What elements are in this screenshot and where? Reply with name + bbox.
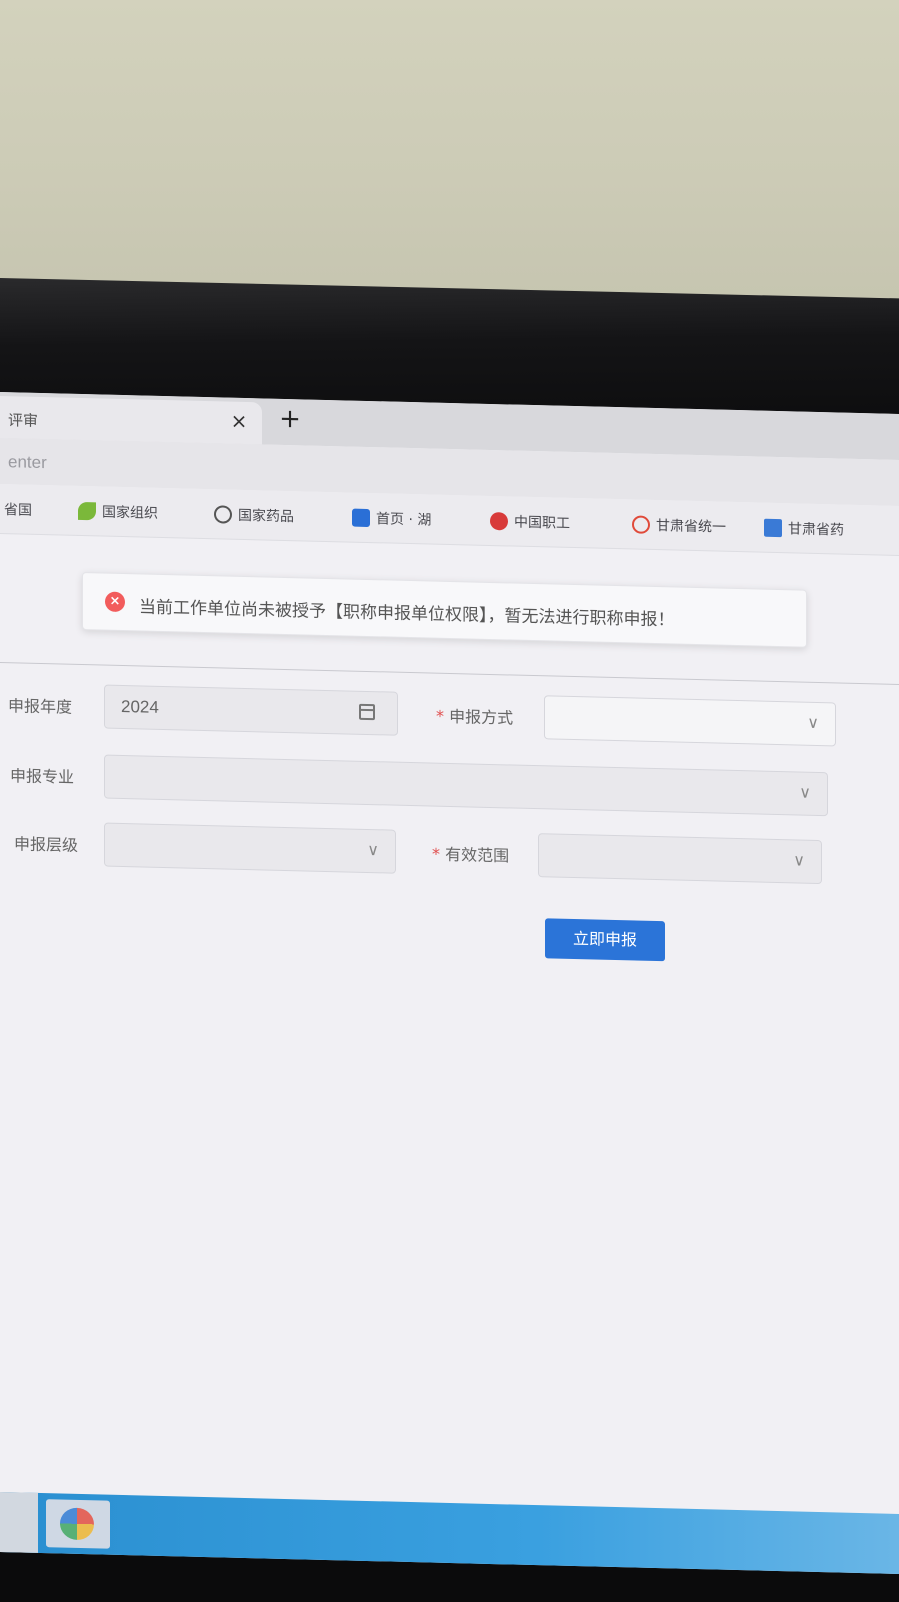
union-logo-icon — [490, 511, 508, 531]
bookmark-item[interactable]: 国家药品 — [214, 503, 294, 527]
bookmark-item[interactable]: 国家组织 — [78, 500, 158, 524]
year-picker[interactable]: 2024 — [104, 684, 398, 736]
bookmark-label: 国家药品 — [238, 507, 294, 526]
divider — [0, 662, 899, 685]
e-logo-icon — [764, 518, 782, 538]
level-label: 申报层级 — [14, 834, 79, 855]
method-select[interactable]: ∨ — [544, 695, 836, 747]
scope-label-text: 有效范围 — [445, 844, 510, 866]
new-tab-button[interactable]: + — [276, 404, 304, 435]
bookmark-item[interactable]: 甘肃省统一 — [632, 513, 726, 537]
gansu-logo-icon — [632, 515, 650, 534]
scope-label: * 有效范围 — [432, 841, 509, 867]
bookmark-label: 省国 — [4, 502, 32, 519]
taskbar-app-button[interactable] — [46, 1499, 110, 1549]
alert-message: 当前工作单位尚未被授予【职称申报单位权限】，暂无法进行职称申报！ — [139, 597, 675, 631]
chevron-down-icon: ∨ — [807, 712, 819, 733]
url-text[interactable]: enter — [8, 452, 47, 473]
globe-icon — [214, 505, 232, 524]
taskbar-edge — [0, 1492, 38, 1553]
wall-background — [0, 0, 899, 300]
error-icon: × — [105, 591, 125, 613]
bookmark-item[interactable]: 省国 — [4, 498, 32, 521]
bookmark-item[interactable]: 中国职工 — [490, 510, 570, 534]
calendar-icon — [359, 703, 375, 721]
year-value: 2024 — [121, 696, 159, 717]
bookmark-item[interactable]: 甘肃省药 — [764, 517, 844, 541]
bookmark-label: 甘肃省药 — [788, 521, 844, 539]
scope-select[interactable]: ∨ — [538, 833, 822, 885]
year-label: 申报年度 — [8, 696, 73, 717]
chevron-down-icon: ∨ — [793, 850, 805, 870]
browser-screen: 评审 × + enter 省国 国家组织 国家药品 首页 · 湖 中国职工 甘肃… — [0, 392, 899, 1574]
level-select[interactable]: ∨ — [104, 822, 396, 874]
major-label: 申报专业 — [10, 766, 75, 787]
leaf-icon — [78, 501, 96, 521]
bookmark-item[interactable]: 首页 · 湖 — [352, 507, 431, 531]
chevron-down-icon: ∨ — [367, 839, 379, 860]
bookmark-label: 甘肃省统一 — [656, 518, 726, 536]
method-label: * 申报方式 — [436, 703, 513, 729]
required-mark: * — [432, 844, 440, 864]
major-select[interactable]: ∨ — [104, 754, 828, 817]
submit-button[interactable]: 立即申报 — [545, 918, 665, 962]
close-tab-icon[interactable]: × — [228, 409, 250, 433]
bookmark-label: 首页 · 湖 — [376, 511, 432, 529]
site-icon — [352, 508, 370, 528]
bookmark-label: 中国职工 — [514, 514, 570, 532]
error-alert: × 当前工作单位尚未被授予【职称申报单位权限】，暂无法进行职称申报！ — [82, 572, 807, 648]
active-tab[interactable]: 评审 × — [0, 396, 262, 445]
method-label-text: 申报方式 — [449, 706, 514, 728]
required-mark: * — [436, 706, 444, 726]
tab-title: 评审 — [8, 411, 39, 430]
bookmark-label: 国家组织 — [102, 504, 158, 522]
chevron-down-icon: ∨ — [799, 782, 811, 802]
chrome-icon — [60, 1507, 94, 1541]
